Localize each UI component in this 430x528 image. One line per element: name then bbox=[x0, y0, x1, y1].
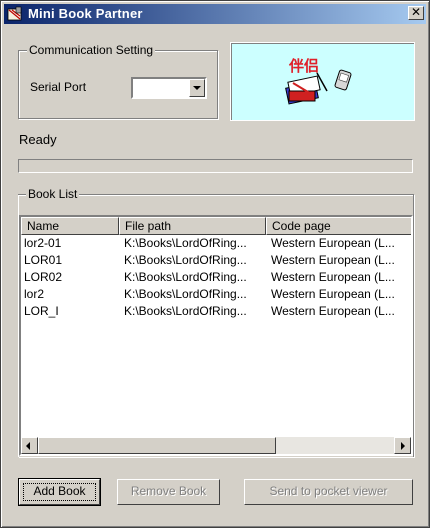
column-header-code-page[interactable]: Code page bbox=[266, 217, 411, 235]
column-header-file-path[interactable]: File path bbox=[119, 217, 266, 235]
scroll-thumb[interactable] bbox=[38, 437, 276, 454]
progress-bar bbox=[18, 159, 413, 173]
horizontal-scrollbar[interactable] bbox=[21, 437, 411, 454]
remove-book-button[interactable]: Remove Book bbox=[117, 479, 220, 505]
book-name: LOR_I bbox=[24, 304, 59, 318]
book-path: K:\Books\LordOfRing... bbox=[124, 236, 247, 250]
close-icon: ✕ bbox=[410, 5, 422, 19]
book-name: LOR01 bbox=[24, 253, 63, 267]
title-bar[interactable]: Mini Book Partner ✕ bbox=[4, 4, 426, 24]
book-codepage: Western European (L... bbox=[271, 236, 395, 250]
remove-book-label: Remove Book bbox=[130, 484, 207, 498]
book-name: lor2 bbox=[24, 287, 45, 301]
logo-chinese-text: 伴侣 bbox=[288, 57, 319, 75]
list-item[interactable]: LOR01 K:\Books\LordOfRing... Western Eur… bbox=[21, 252, 411, 269]
logo-panel: 伴侣 bbox=[230, 42, 415, 121]
column-header-name[interactable]: Name bbox=[21, 217, 119, 235]
chevron-down-icon[interactable] bbox=[189, 79, 205, 97]
add-book-button[interactable]: Add Book bbox=[18, 478, 101, 506]
book-list-label: Book List bbox=[26, 187, 80, 201]
list-item[interactable]: lor2 K:\Books\LordOfRing... Western Euro… bbox=[21, 286, 411, 303]
book-codepage: Western European (L... bbox=[271, 287, 395, 301]
list-item[interactable]: lor2-01 K:\Books\LordOfRing... Western E… bbox=[21, 235, 411, 252]
status-text: Ready bbox=[19, 132, 57, 147]
scroll-left-icon[interactable] bbox=[21, 437, 38, 454]
book-path: K:\Books\LordOfRing... bbox=[124, 287, 247, 301]
pocket-viewer-icon bbox=[334, 69, 352, 91]
book-codepage: Western European (L... bbox=[271, 304, 395, 318]
scroll-right-icon[interactable] bbox=[394, 437, 411, 454]
send-label: Send to pocket viewer bbox=[269, 484, 388, 498]
window-title: Mini Book Partner bbox=[28, 6, 143, 21]
book-path: K:\Books\LordOfRing... bbox=[124, 253, 247, 267]
list-item[interactable]: LOR02 K:\Books\LordOfRing... Western Eur… bbox=[21, 269, 411, 286]
book-codepage: Western European (L... bbox=[271, 253, 395, 267]
focus-rect bbox=[23, 483, 96, 501]
main-window: Mini Book Partner ✕ Communication Settin… bbox=[0, 0, 430, 528]
book-name: LOR02 bbox=[24, 270, 63, 284]
send-to-pocket-viewer-button[interactable]: Send to pocket viewer bbox=[244, 479, 413, 505]
book-codepage: Western European (L... bbox=[271, 270, 395, 284]
list-header: Name File path Code page bbox=[21, 217, 411, 235]
list-item[interactable]: LOR_I K:\Books\LordOfRing... Western Eur… bbox=[21, 303, 411, 320]
book-path: K:\Books\LordOfRing... bbox=[124, 270, 247, 284]
serial-port-label: Serial Port bbox=[30, 80, 87, 94]
app-icon bbox=[7, 6, 22, 21]
serial-port-select[interactable] bbox=[131, 77, 207, 99]
book-path: K:\Books\LordOfRing... bbox=[124, 304, 247, 318]
book-partner-logo: 伴侣 bbox=[285, 57, 352, 105]
books-icon bbox=[285, 72, 328, 105]
communication-setting-label: Communication Setting bbox=[27, 43, 156, 57]
close-button[interactable]: ✕ bbox=[408, 6, 424, 20]
book-name: lor2-01 bbox=[24, 236, 62, 250]
book-list-view[interactable]: Name File path Code page lor2-01 K:\Book… bbox=[19, 215, 413, 456]
